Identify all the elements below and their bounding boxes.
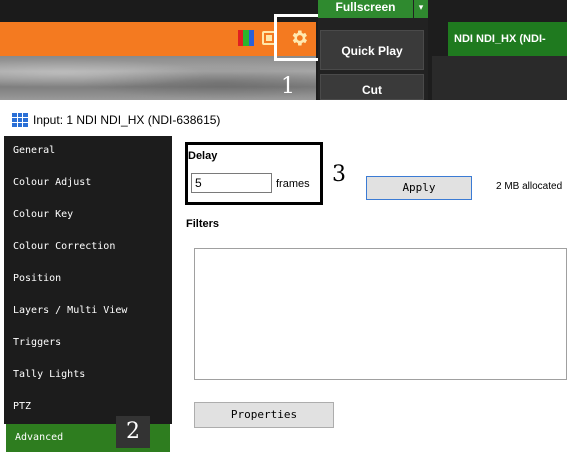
callout-number-3: 3	[332, 162, 346, 187]
memory-allocated-label: 2 MB allocated	[496, 181, 563, 192]
frames-unit-label: frames	[276, 178, 310, 190]
preview-input-title: NDI NDI_HX (NDI-	[448, 22, 567, 56]
quick-play-button[interactable]: Quick Play	[320, 30, 424, 70]
sidebar-item-general[interactable]: General	[4, 136, 172, 168]
delay-label: Delay	[188, 150, 218, 162]
cut-button[interactable]: Cut	[320, 74, 424, 100]
properties-button[interactable]: Properties	[194, 402, 334, 428]
dialog-title: Input: 1 NDI NDI_HX (NDI-638615)	[33, 113, 221, 127]
advanced-settings-panel: Delay frames 3 Apply 2 MB allocated Filt…	[172, 136, 567, 452]
callout-number-1: 1	[281, 74, 295, 99]
dialog-titlebar: Input: 1 NDI NDI_HX (NDI-638615)	[4, 104, 567, 136]
sidebar-item-colour-key[interactable]: Colour Key	[4, 200, 172, 232]
sidebar-item-tally-lights[interactable]: Tally Lights	[4, 360, 172, 392]
fullscreen-dropdown-icon[interactable]: ▾	[414, 0, 428, 18]
sidebar-item-triggers[interactable]: Triggers	[4, 328, 172, 360]
fullscreen-button[interactable]: Fullscreen	[318, 0, 413, 18]
callout-number-2: 2	[116, 416, 150, 448]
filters-label: Filters	[186, 218, 220, 230]
input-video-thumbnail	[0, 56, 316, 100]
top-dark-strip	[0, 0, 310, 22]
sidebar-item-colour-adjust[interactable]: Colour Adjust	[4, 168, 172, 200]
settings-sidebar: General Colour Adjust Colour Key Colour …	[4, 136, 172, 452]
input-settings-dialog: Input: 1 NDI NDI_HX (NDI-638615) General…	[4, 104, 567, 452]
sidebar-item-position[interactable]: Position	[4, 264, 172, 296]
preview-video-area	[432, 56, 567, 100]
vmix-grid-icon	[12, 113, 28, 127]
gear-highlight-box	[274, 14, 324, 61]
sidebar-item-colour-correction[interactable]: Colour Correction	[4, 232, 172, 264]
vmix-main-window: 1 Fullscreen ▾ Quick Play Cut NDI NDI_HX…	[0, 0, 567, 100]
colour-adjust-icon[interactable]	[238, 30, 254, 46]
delay-frames-input[interactable]	[191, 173, 272, 193]
sidebar-item-layers-multi-view[interactable]: Layers / Multi View	[4, 296, 172, 328]
apply-button[interactable]: Apply	[366, 176, 472, 200]
filters-list[interactable]	[194, 248, 567, 380]
